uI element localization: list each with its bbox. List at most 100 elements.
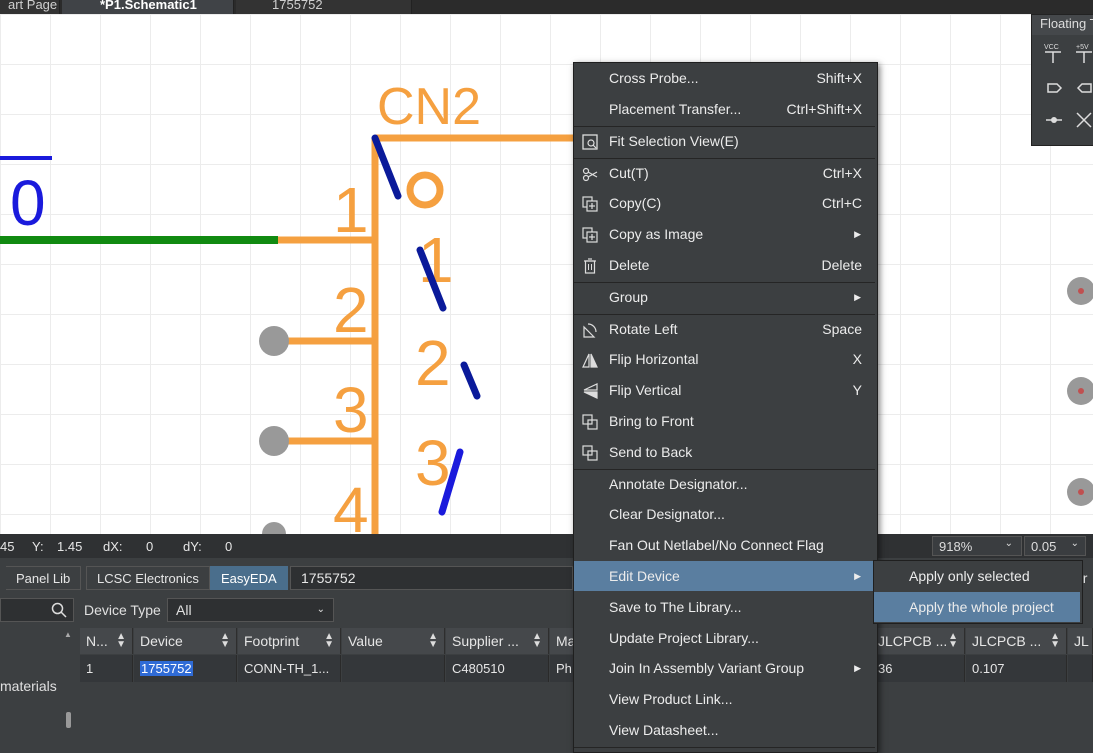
category-item-materials[interactable]: materials [0,678,57,694]
table-cell-device[interactable]: 1755752 [134,655,237,682]
zoom-value: 918% [939,539,973,554]
tab-symbol-1755752[interactable]: 1755752 [236,0,412,14]
junction-icon[interactable] [1051,117,1057,123]
sort-icon[interactable]: ▲ ▼ [1050,632,1060,650]
column-header-jl[interactable]: JL [1068,628,1093,654]
menu-item-flip-vertical[interactable]: Flip Vertical Y [574,375,875,405]
tab-schematic[interactable]: *P1.Schematic1 [62,0,234,14]
menu-item-bring-to-front[interactable]: Bring to Front [574,406,875,436]
submenu-arrow-icon: ▶ [854,292,861,302]
pin-number-4: 4 [333,474,369,534]
tab-bar: art Page *P1.Schematic1 1755752 [0,0,1093,14]
menu-item-cross-probe[interactable]: Cross Probe... Shift+X [574,63,875,93]
menu-item-save-to-library[interactable]: Save to The Library... [574,592,875,622]
column-header-value[interactable]: Value ▲ ▼ [342,628,445,654]
scissors-icon [582,167,598,182]
submenu-arrow-icon: ▶ [854,663,861,673]
sort-icon[interactable]: ▲ ▼ [948,632,958,650]
column-header-jlcpcb-1[interactable]: JLCPCB ... ▲ ▼ [872,628,965,654]
netport-output-icon[interactable] [1076,83,1092,93]
pin-number-2: 2 [333,274,369,346]
fit-view-icon [582,134,598,150]
category-search-input[interactable] [0,598,74,622]
menu-item-cut[interactable]: Cut(T) Ctrl+X [574,158,875,188]
flip-horizontal-icon [582,353,598,368]
grid-value: 0.05 [1031,539,1057,554]
menu-item-view-datasheet[interactable]: View Datasheet... [574,715,875,745]
search-icon[interactable] [51,602,67,618]
menu-item-fan-out-netlabel[interactable]: Fan Out Netlabel/No Connect Flag [574,530,875,560]
y-label: Y: [32,539,44,554]
sort-icon[interactable]: ▲ ▼ [116,632,126,650]
menu-item-copy[interactable]: Copy(C) Ctrl+C [574,188,875,218]
easyeda-tab[interactable]: EasyEDA [210,566,288,590]
table-cell-value[interactable] [342,655,445,682]
menu-item-send-to-back[interactable]: Send to Back [574,437,875,467]
table-cell-jl[interactable] [1068,655,1093,682]
table-cell-supplier[interactable]: C480510 [446,655,549,682]
table-cell-no[interactable]: 1 [80,655,133,682]
table-cell-footprint[interactable]: CONN-TH_1... [238,655,341,682]
menu-item-delete[interactable]: Delete Delete [574,250,875,280]
pin-number-3: 3 [333,374,369,446]
menu-item-update-project-library[interactable]: Update Project Library... [574,623,875,653]
column-header-jlcpcb-2[interactable]: JLCPCB ... ▲ ▼ [966,628,1067,654]
device-type-select[interactable]: All ⌄ [167,598,334,622]
grid-select[interactable]: 0.05 ⌄ [1024,536,1086,556]
pin-number-1: 1 [333,174,369,246]
menu-item-join-assembly-variant[interactable]: Join In Assembly Variant Group ▶ [574,653,875,683]
menu-item-clear-designator[interactable]: Clear Designator... [574,499,875,529]
inner-pin-2: 2 [415,327,451,399]
column-header-footprint[interactable]: Footprint ▲ ▼ [238,628,341,654]
device-selected-text: 1755752 [140,661,193,676]
schematic-canvas[interactable]: 0 CN2 1 2 3 4 1 2 3 [0,14,1093,534]
table-cell-jlcpcb-1[interactable]: 36 [872,655,965,682]
lcsc-electronics-tab[interactable]: LCSC Electronics [86,566,210,590]
scrollbar-thumb[interactable] [66,712,71,728]
plus5v-icon[interactable]: +5V [1076,44,1089,51]
x-coordinate: 45 [0,539,15,554]
library-search-input[interactable]: 1755752 [290,566,573,590]
sort-icon[interactable]: ▲ ▼ [324,632,334,650]
floating-tools-icons[interactable]: VCC +5V [1032,37,1093,145]
menu-item-rotate-left[interactable]: Rotate Left Space [574,314,875,344]
vcc-icon[interactable]: VCC [1044,44,1059,51]
column-header-device[interactable]: Device ▲ ▼ [134,628,237,654]
menu-item-annotate-designator[interactable]: Annotate Designator... [574,469,875,499]
submenu-apply-only-selected[interactable]: Apply only selected [874,561,1080,591]
tab-start-page[interactable]: art Page [0,0,60,14]
context-menu: Cross Probe... Shift+X Placement Transfer… [573,62,878,753]
menu-item-view-product-link[interactable]: View Product Link... [574,684,875,714]
right-endpoints [1067,277,1093,506]
column-header-no[interactable]: N... ▲ ▼ [80,628,133,654]
sort-icon[interactable]: ▲ ▼ [220,632,230,650]
no-connect-icon[interactable] [1076,112,1092,128]
dy-value: 0 [225,539,233,554]
sort-icon[interactable]: ▲ ▼ [532,632,542,650]
scroll-up-arrow[interactable]: ▲ [64,630,72,639]
netport-input-icon[interactable] [1047,83,1063,93]
copy-image-icon [582,227,598,243]
device-type-label: Device Type [84,602,161,618]
menu-item-edit-device[interactable]: Edit Device ▶ [574,561,875,591]
device-type-value: All [176,602,192,618]
schematic-drawing: 0 CN2 1 2 3 4 1 2 3 [0,78,1093,534]
chevron-down-icon: ⌄ [1004,538,1013,549]
sort-icon[interactable]: ▲ ▼ [428,632,438,650]
menu-item-placement-transfer[interactable]: Placement Transfer... Ctrl+Shift+X [574,94,875,124]
menu-item-copy-as-image[interactable]: Copy as Image ▶ [574,219,875,249]
menu-item-group[interactable]: Group ▶ [574,282,875,312]
panel-lib-tab[interactable]: Panel Lib [6,566,82,590]
rotate-left-icon [583,323,597,338]
floating-tools-panel: Floating T VCC +5V [1031,14,1093,146]
dx-value: 0 [146,539,154,554]
dx-label: dX: [103,539,123,554]
menu-item-flip-horizontal[interactable]: Flip Horizontal X [574,344,875,374]
zoom-select[interactable]: 918% ⌄ [932,536,1022,556]
submenu-apply-whole-project[interactable]: Apply the whole project [874,592,1080,622]
table-cell-jlcpcb-2[interactable]: 0.107 [966,655,1067,682]
dy-label: dY: [183,539,202,554]
pin1-marker [406,171,444,209]
menu-item-fit-selection[interactable]: Fit Selection View(E) [574,126,875,156]
column-header-supplier[interactable]: Supplier ... ▲ ▼ [446,628,549,654]
